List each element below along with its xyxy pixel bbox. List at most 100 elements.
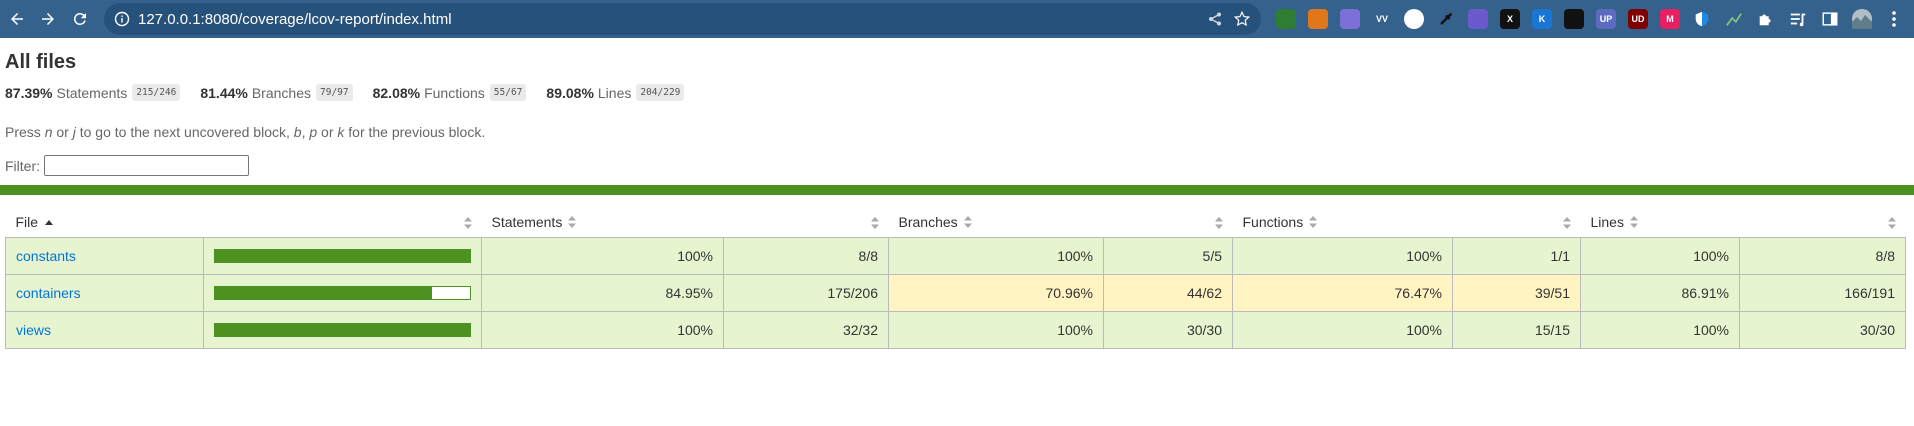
header-statements-raw[interactable] xyxy=(724,208,889,237)
file-link[interactable]: constants xyxy=(16,248,76,264)
page-title: All files xyxy=(5,51,77,73)
coverage-summary: 87.39% Statements 215/246 81.44% Branche… xyxy=(5,84,704,101)
header-label: Functions xyxy=(1242,214,1304,231)
ext-delta-icon[interactable] xyxy=(1404,9,1424,29)
header-branches[interactable]: Branches xyxy=(889,208,1104,237)
statements-pct-cell: 100% xyxy=(481,310,724,349)
ext-ublock-icon[interactable]: UD xyxy=(1628,9,1648,29)
reload-button[interactable] xyxy=(68,7,92,31)
ext-dropper-icon[interactable] xyxy=(1436,9,1456,29)
hint-key: p xyxy=(309,124,318,140)
statements-frac-cell: 32/32 xyxy=(723,310,889,349)
hint-key: b xyxy=(293,124,302,140)
extensions-puzzle-icon[interactable] xyxy=(1756,9,1776,29)
ext-k-icon[interactable]: K xyxy=(1532,9,1552,29)
sort-icon xyxy=(1629,216,1638,229)
ext-chart-icon[interactable] xyxy=(1724,9,1744,29)
ext-x-icon[interactable]: X xyxy=(1500,9,1520,29)
functions-frac-cell: 1/1 xyxy=(1452,236,1581,275)
sort-icon xyxy=(1887,217,1896,229)
url-text[interactable]: 127.0.0.1:8080/coverage/lcov-report/inde… xyxy=(138,11,452,28)
ext-dots-icon[interactable] xyxy=(1564,9,1584,29)
ext-swirl-icon[interactable] xyxy=(1468,9,1488,29)
reload-icon xyxy=(73,12,86,25)
ext-shield-icon[interactable] xyxy=(1692,9,1712,29)
reading-list-icon[interactable] xyxy=(1788,9,1808,29)
summary-branches: 81.44% Branches 79/97 xyxy=(200,84,353,101)
sort-icon xyxy=(870,217,879,229)
profile-avatar-icon[interactable] xyxy=(1852,9,1872,29)
summary-functions: 82.08% Functions 55/67 xyxy=(373,84,527,101)
ext-wv-icon[interactable]: VV xyxy=(1372,9,1392,29)
branches-frac-cell: 30/30 xyxy=(1103,310,1233,349)
table-row: containers 84.95% 175/206 70.96% 44/62 76.47%… xyxy=(5,273,1906,312)
branches-frac-cell: 44/62 xyxy=(1103,273,1233,312)
header-functions[interactable]: Functions xyxy=(1233,208,1453,237)
ext-m-icon[interactable]: M xyxy=(1660,9,1680,29)
sort-icon xyxy=(1562,217,1571,229)
hint-text: or xyxy=(52,124,73,140)
sort-asc-icon xyxy=(45,220,54,226)
header-label: Statements xyxy=(491,214,563,231)
lines-frac-cell: 166/191 xyxy=(1739,273,1906,312)
keyboard-hint: Press n or j to go to the next uncovered… xyxy=(5,124,485,140)
header-file[interactable]: File xyxy=(6,208,204,237)
ext-turtle-icon[interactable] xyxy=(1276,9,1296,29)
filter-row: Filter: xyxy=(5,155,249,176)
lines-frac-cell: 30/30 xyxy=(1739,310,1906,349)
share-icon[interactable] xyxy=(1207,11,1223,27)
summary-fraction: 215/246 xyxy=(132,84,181,101)
hint-text: for the previous block. xyxy=(344,124,486,140)
functions-pct-cell: 100% xyxy=(1232,310,1453,349)
bookmark-star-icon[interactable] xyxy=(1233,10,1251,28)
functions-pct-cell: 100% xyxy=(1232,236,1453,275)
header-branches-raw[interactable] xyxy=(1104,208,1233,237)
summary-pct: 81.44% xyxy=(200,84,248,101)
summary-fraction: 204/229 xyxy=(636,84,685,101)
filter-input[interactable] xyxy=(44,155,249,176)
lines-pct-cell: 100% xyxy=(1580,310,1740,349)
sort-icon xyxy=(963,216,972,229)
statements-frac-cell: 175/206 xyxy=(723,273,889,312)
header-bar[interactable] xyxy=(204,208,482,237)
header-label: File xyxy=(15,214,39,231)
sort-icon xyxy=(463,217,472,229)
ext-fox-icon[interactable] xyxy=(1308,9,1328,29)
coverage-bar-fill xyxy=(215,323,470,336)
coverage-bar xyxy=(214,248,471,263)
summary-label: Lines xyxy=(597,84,632,101)
hint-text: Press xyxy=(5,124,45,140)
lines-pct-cell: 100% xyxy=(1580,236,1740,275)
sort-icon xyxy=(568,216,577,229)
site-info-icon[interactable] xyxy=(114,11,130,27)
filter-label: Filter: xyxy=(5,157,40,174)
header-label: Lines xyxy=(1590,214,1624,231)
address-bar[interactable]: 127.0.0.1:8080/coverage/lcov-report/inde… xyxy=(104,3,1261,35)
header-lines-raw[interactable] xyxy=(1740,208,1906,237)
functions-frac-cell: 39/51 xyxy=(1452,273,1581,312)
header-lines[interactable]: Lines xyxy=(1581,208,1740,237)
arrow-right-icon xyxy=(42,13,54,25)
side-panel-icon[interactable] xyxy=(1820,9,1840,29)
table-row: constants 100% 8/8 100% 5/5 100% 1/1 100% 8/8 xyxy=(5,236,1906,275)
menu-kebab-icon[interactable] xyxy=(1884,9,1904,29)
table-row: views 100% 32/32 100% 30/30 100% 15/15 100% 30/3… xyxy=(5,310,1906,349)
summary-pct: 87.39% xyxy=(5,84,53,101)
branches-frac-cell: 5/5 xyxy=(1103,236,1233,275)
coverage-bar-cell xyxy=(203,236,482,275)
forward-button[interactable] xyxy=(36,7,60,31)
ext-cloud-icon[interactable] xyxy=(1340,9,1360,29)
header-statements[interactable]: Statements xyxy=(482,208,724,237)
coverage-bar-fill xyxy=(215,286,432,299)
hint-text: or xyxy=(317,124,338,140)
lines-pct-cell: 86.91% xyxy=(1580,273,1740,312)
summary-label: Statements xyxy=(56,84,128,101)
file-link[interactable]: views xyxy=(16,322,51,338)
coverage-status-bar xyxy=(0,185,1914,195)
summary-label: Branches xyxy=(251,84,311,101)
header-functions-raw[interactable] xyxy=(1453,208,1581,237)
back-button[interactable] xyxy=(5,7,29,31)
file-link[interactable]: containers xyxy=(16,285,81,301)
statements-frac-cell: 8/8 xyxy=(723,236,889,275)
ext-up-icon[interactable]: UP xyxy=(1596,9,1616,29)
